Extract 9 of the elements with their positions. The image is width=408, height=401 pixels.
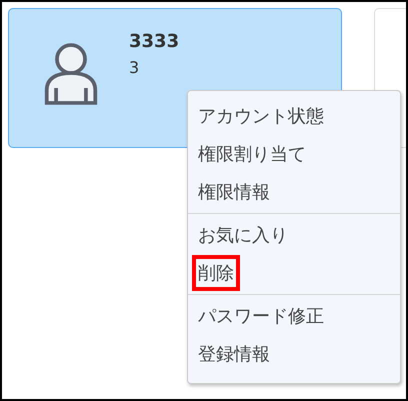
menu-item[interactable]: 削除: [192, 255, 240, 291]
menu-item[interactable]: お気に入り: [192, 217, 294, 253]
menu-item[interactable]: 権限情報: [192, 174, 276, 210]
user-icon: [43, 41, 99, 107]
user-id: 3: [129, 58, 140, 77]
menu-item[interactable]: アカウント状態: [192, 98, 330, 134]
user-name: 3333: [129, 31, 180, 52]
menu-item[interactable]: 登録情報: [192, 336, 276, 372]
menu-item[interactable]: パスワード修正: [192, 298, 330, 334]
